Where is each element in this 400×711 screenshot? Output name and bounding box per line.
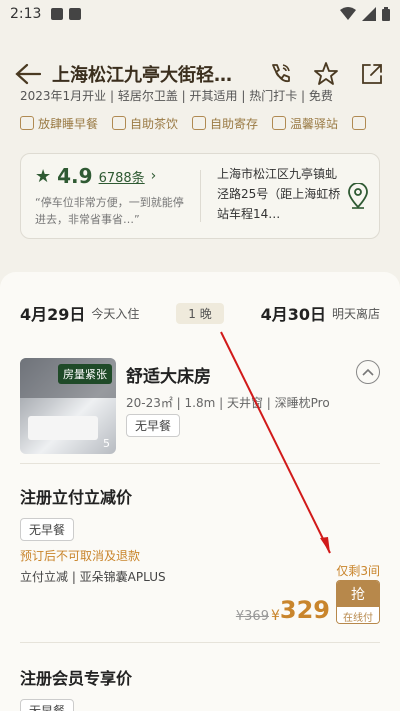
checkin-label: 今天入住	[91, 306, 140, 321]
nights-badge: 1 晚	[176, 302, 224, 324]
wifi-icon	[340, 7, 356, 20]
image-notification-icon	[51, 8, 64, 20]
rate-meal-chip: 无早餐	[20, 518, 75, 541]
rate-meal-chip: 无早餐	[20, 699, 75, 711]
rating-section[interactable]: ★ 4.9 6788条 › “停车位非常方便，一到就能停进去，非常省事省…”	[21, 154, 200, 238]
battery-icon	[382, 7, 390, 21]
back-arrow-icon	[15, 63, 41, 85]
amenity-list[interactable]: 放肆睡早餐 自助茶饮 自助寄存 温馨驿站	[20, 112, 390, 134]
room-specs: 20-23㎡ | 1.8m | 天井窗 | 深睡枕Pro	[126, 396, 330, 410]
photo-count: 5	[103, 437, 110, 450]
price-row: ¥369 ¥ 329 抢 在线付	[236, 580, 380, 624]
hotel-tags-peek: 2023年1月开业 | 轻居尔卫盖 | 开其适用 | 热门打卡 | 免费	[20, 89, 380, 103]
tea-icon	[112, 116, 127, 130]
checkin-date[interactable]: 4月29日	[20, 301, 85, 325]
rating-score: 4.9	[57, 164, 93, 188]
star-outline-icon	[314, 62, 338, 85]
more-icon	[352, 116, 367, 130]
amenity-item[interactable]: 自助茶饮	[112, 112, 178, 134]
amenity-item[interactable]: 放肆睡早餐	[20, 112, 98, 134]
availability-tag: 房量紧张	[58, 364, 112, 384]
amenity-label: 放肆睡早餐	[38, 116, 99, 131]
rate-plan[interactable]: 注册立付立减价 无早餐 预订后不可取消及退款 立付立减 | 亚朵锦囊APLUS …	[20, 484, 380, 624]
share-button[interactable]	[356, 58, 388, 90]
call-button[interactable]	[264, 58, 296, 90]
book-label: 抢	[337, 581, 379, 607]
room-card[interactable]: 房量紧张 5 舒适大床房 20-23㎡ | 1.8m | 天井窗 | 深睡枕Pr…	[20, 358, 380, 454]
review-count-link[interactable]: 6788条	[99, 167, 145, 186]
phone-icon	[272, 64, 290, 83]
location-pin-icon[interactable]	[347, 183, 369, 209]
divider	[20, 642, 380, 643]
breakfast-icon	[20, 116, 34, 130]
lounge-icon	[272, 116, 287, 130]
divider	[20, 463, 380, 464]
amenity-label: 自助寄存	[210, 116, 259, 131]
rate-title: 注册立付立减价	[20, 488, 133, 507]
chevron-up-icon	[362, 368, 374, 376]
favorite-button[interactable]	[310, 58, 342, 90]
room-photo[interactable]: 房量紧张 5	[20, 358, 116, 454]
amenity-label: 温馨驿站	[290, 116, 339, 131]
status-icons	[340, 7, 390, 21]
back-button[interactable]	[12, 58, 44, 90]
rate-title: 注册会员专享价	[20, 669, 133, 688]
review-quote: “停车位非常方便，一到就能停进去，非常省事省…”	[35, 196, 184, 226]
hotel-tags-text: 2023年1月开业 | 轻居尔卫盖 | 开其适用 | 热门打卡 | 免费	[20, 89, 333, 103]
amenity-item[interactable]: 自助寄存	[192, 112, 258, 134]
status-bar: 2:13	[0, 0, 400, 28]
locker-icon	[192, 116, 207, 130]
checkout-label: 明天离店	[331, 306, 380, 321]
status-time: 2:13	[10, 6, 42, 22]
a-notification-icon	[69, 8, 82, 20]
book-button[interactable]: 抢 在线付	[336, 580, 380, 624]
rate-plan[interactable]: 注册会员专享价 无早餐	[20, 665, 380, 711]
collapse-button[interactable]	[356, 360, 380, 384]
star-filled-icon: ★	[35, 165, 52, 187]
pay-online-label: 在线付	[337, 607, 379, 623]
original-price: ¥369	[235, 609, 269, 624]
date-selector[interactable]: 4月29日 今天入住 1 晚 4月30日 明天离店	[20, 300, 380, 326]
chevron-right-icon: ›	[150, 168, 157, 184]
signal-icon	[362, 7, 376, 21]
hotel-title: 上海松江九亭大街轻…	[52, 65, 232, 86]
room-meal-chip: 无早餐	[126, 414, 181, 437]
cancel-policy: 预订后不可取消及退款	[20, 549, 141, 563]
rating-address-card: ★ 4.9 6788条 › “停车位非常方便，一到就能停进去，非常省事省…” 上…	[20, 153, 380, 239]
share-icon	[362, 64, 382, 84]
price-currency: ¥	[270, 608, 280, 624]
checkout-date[interactable]: 4月30日	[261, 301, 326, 325]
amenity-item[interactable]: 温馨驿站	[272, 112, 338, 134]
rooms-remaining: 仅剩3间	[336, 564, 380, 578]
current-price: 329	[279, 596, 330, 624]
amenity-label: 自助茶饮	[130, 116, 179, 131]
header-actions	[264, 58, 388, 90]
hotel-address: 上海市松江区九亭镇虬泾路25号（距上海虹桥站车程14…	[217, 167, 341, 221]
address-section[interactable]: 上海市松江区九亭镇虬泾路25号（距上海虹桥站车程14…	[201, 154, 379, 238]
room-name: 舒适大床房	[126, 367, 211, 387]
amenity-item[interactable]	[352, 112, 367, 134]
